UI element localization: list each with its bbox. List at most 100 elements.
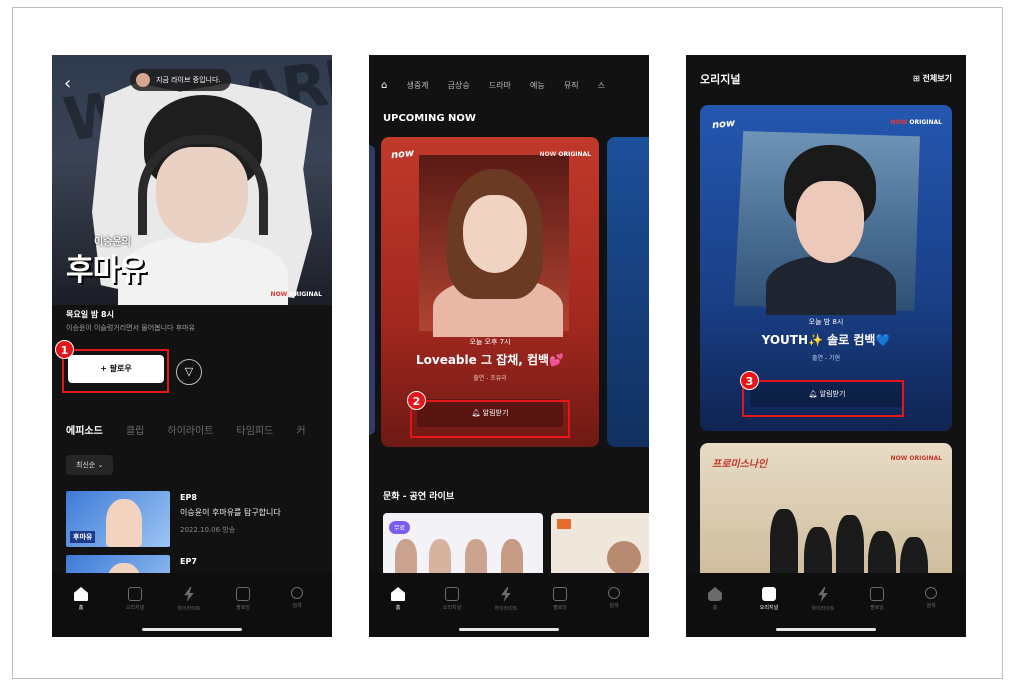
card-title: Loveable 그 잡채, 컴백💕: [415, 353, 565, 367]
live-now-banner[interactable]: 지금 라이브 중입니다.: [130, 69, 231, 91]
bottom-navigation: 홈 오리지널 하이라이트 팔로잉 검색: [686, 573, 966, 637]
category-tab[interactable]: 생중계: [406, 80, 428, 91]
nav-search-label: 검색: [609, 603, 619, 609]
episode-number: EP7: [180, 557, 197, 566]
home-indicator: [776, 628, 876, 631]
view-all-link[interactable]: ⊞ 전체보기: [913, 73, 952, 84]
episode-number: EP8: [180, 493, 197, 502]
thumbnail-tag: [557, 519, 571, 529]
category-tab[interactable]: 스: [598, 80, 605, 91]
nav-highlights-label: 하이라이트: [177, 606, 201, 612]
card-person-face: [796, 181, 864, 263]
original-badge-brand: NOW: [539, 151, 557, 158]
show-logo: 프로미스나인: [712, 459, 768, 470]
nav-originals-label: 오리지널: [759, 605, 779, 611]
section-title-upcoming: UPCOMING NOW: [383, 113, 476, 124]
thumbnail-figure: [106, 499, 142, 547]
nav-following[interactable]: 팔로잉: [220, 587, 266, 611]
next-card-peek[interactable]: [607, 137, 649, 447]
episode-date: 2022.10.06 방송: [180, 526, 236, 534]
original-badge: NOW ORIGINAL: [271, 291, 322, 298]
nav-highlights[interactable]: 하이라이트: [483, 587, 529, 612]
nav-search-label: 검색: [292, 603, 302, 609]
tab-clips[interactable]: 클립: [126, 422, 144, 437]
episode-title: 이승윤이 후마유를 탐구합니다: [180, 508, 281, 517]
culture-live-thumbnail[interactable]: [551, 513, 649, 577]
nav-originals[interactable]: 오리지널: [746, 587, 792, 611]
highlight-box-notify: [410, 400, 570, 438]
step-number-1: 1: [55, 340, 74, 359]
nav-search-label: 검색: [926, 603, 936, 609]
broadcast-time: 오늘 밤 8시: [808, 318, 844, 326]
original-badge-label: ORIGINAL: [289, 291, 322, 298]
nav-highlights[interactable]: 하이라이트: [166, 587, 212, 612]
phone-screen-show-detail: WHO ARE YOU ‹ 지금 라이브 중입니다. 이승윤의 후마유 NOW …: [52, 55, 332, 637]
home-icon[interactable]: ⌂: [381, 80, 387, 91]
card-title: YOUTH✨ 솔로 컴백💙: [761, 333, 891, 347]
tv-icon: [445, 587, 459, 601]
back-arrow-icon[interactable]: ‹: [64, 73, 71, 94]
original-show-card[interactable]: 프로미스나인 NOW ORIGINAL: [700, 443, 952, 583]
search-icon: [608, 587, 620, 599]
category-tab[interactable]: 금상승: [448, 80, 470, 91]
play-box-icon: [553, 587, 567, 601]
play-box-icon: [870, 587, 884, 601]
category-tab[interactable]: 드라마: [489, 80, 511, 91]
tv-icon: [762, 587, 776, 601]
bottom-navigation: 홈 오리지널 하이라이트 팔로잉 검색: [369, 573, 649, 637]
tab-highlights[interactable]: 하이라이트: [167, 422, 213, 437]
show-description: 이승윤이 이슬렁거리면서 물어봅니다 후마유: [66, 324, 196, 332]
nav-home-label: 홈: [395, 605, 401, 611]
play-box-icon: [236, 587, 250, 601]
nav-search[interactable]: 검색: [908, 587, 954, 609]
tab-more[interactable]: 커: [296, 422, 305, 437]
tab-episodes[interactable]: 에피소드: [66, 422, 103, 437]
card-person-face: [463, 195, 527, 273]
page-title: 오리지널: [700, 73, 741, 86]
nav-highlights[interactable]: 하이라이트: [800, 587, 846, 612]
nav-originals[interactable]: 오리지널: [112, 587, 158, 611]
sort-dropdown[interactable]: 최신순 ⌄: [66, 455, 114, 475]
bottom-navigation: 홈 오리지널 하이라이트 팔로잉 검색: [52, 573, 332, 637]
card-cast: 출연 - 조유리: [473, 375, 507, 382]
phone-screen-originals: 오리지널 ⊞ 전체보기 now NOW ORIGINAL 오늘 밤 8시 YOU…: [686, 55, 966, 637]
nav-home[interactable]: 홈: [692, 587, 738, 611]
nav-search[interactable]: 검색: [591, 587, 637, 609]
card-cast: 출연 - 기현: [811, 355, 841, 362]
grid-icon: ⊞: [913, 74, 920, 83]
original-badge-label: ORIGINAL: [558, 151, 591, 158]
nav-following-label: 팔로잉: [553, 605, 567, 611]
nav-home[interactable]: 홈: [58, 587, 104, 611]
thumbnail-performer: [501, 539, 523, 577]
episode-thumbnail: 후마유: [66, 491, 170, 547]
nav-following[interactable]: 팔로잉: [854, 587, 900, 611]
episode-list-item[interactable]: 후마유 EP8 이승윤이 후마유를 탐구합니다 2022.10.06 방송: [66, 491, 326, 547]
filter-icon[interactable]: ▽: [176, 359, 202, 385]
original-badge: NOW ORIGINAL: [540, 151, 591, 158]
culture-live-thumbnail[interactable]: 무료: [383, 513, 543, 577]
nav-home[interactable]: 홈: [375, 587, 421, 611]
card-person-body: [766, 255, 896, 315]
home-icon: [74, 587, 88, 601]
step-number-2: 2: [407, 391, 426, 410]
original-badge-label: ORIGINAL: [909, 455, 942, 462]
home-indicator: [142, 628, 242, 631]
category-tab[interactable]: 예능: [530, 80, 545, 91]
previous-card-peek[interactable]: [369, 145, 375, 435]
nav-originals[interactable]: 오리지널: [429, 587, 475, 611]
tab-timefeed[interactable]: 타임피드: [237, 422, 274, 437]
nav-following-label: 팔로잉: [870, 605, 884, 611]
home-icon: [391, 587, 405, 601]
highlight-box-notify: [742, 380, 904, 417]
show-logo: now: [711, 117, 736, 132]
thumbnail-portrait: [607, 541, 641, 575]
group-member: [770, 509, 798, 583]
show-schedule: 목요일 밤 8시: [66, 310, 114, 319]
original-badge-label: ORIGINAL: [909, 119, 942, 126]
nav-search[interactable]: 검색: [274, 587, 320, 609]
section-title-culture: 문화 - 공연 라이브: [383, 492, 455, 502]
original-badge-brand: NOW: [890, 455, 908, 462]
nav-following[interactable]: 팔로잉: [537, 587, 583, 611]
category-tab[interactable]: 뮤직: [564, 80, 579, 91]
search-icon: [291, 587, 303, 599]
